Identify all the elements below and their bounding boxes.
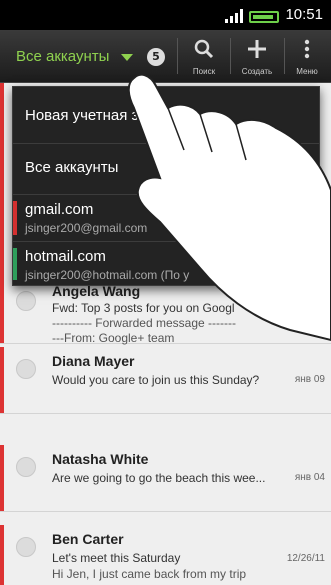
sender-name: Ben Carter	[52, 531, 124, 547]
search-button[interactable]: Поиск	[181, 36, 227, 78]
menu-button[interactable]: Меню	[286, 36, 328, 78]
select-checkbox[interactable]	[16, 537, 36, 557]
select-checkbox[interactable]	[16, 457, 36, 477]
mail-date: янв 04	[294, 472, 325, 483]
divider	[284, 38, 285, 74]
mail-preview: ---From: Google+ team	[52, 331, 175, 345]
menu-icon	[304, 39, 310, 59]
signal-icon	[225, 9, 243, 23]
mail-preview: ---------- Forwarded message -------	[52, 316, 236, 330]
account-color-indicator	[13, 201, 17, 235]
mail-subject: Fwd: Top 3 posts for you on Googl	[52, 301, 235, 315]
account-selector[interactable]: Все аккаунты	[16, 48, 109, 65]
account-item-gmail[interactable]: gmail.com jsinger200@gmail.com	[13, 195, 319, 242]
new-account-label: Новая учетная запись	[25, 107, 179, 124]
mail-date: 12/26/11	[286, 553, 325, 564]
menu-label: Меню	[296, 67, 318, 76]
unread-indicator	[0, 83, 4, 343]
divider	[177, 38, 178, 74]
search-label: Поиск	[192, 67, 216, 76]
divider	[230, 38, 231, 74]
mail-preview: Hi Jen, I just came back from my trip	[52, 567, 247, 581]
account-name: gmail.com	[25, 201, 94, 218]
status-bar: 10:51	[0, 0, 331, 30]
dropdown-arrow-icon[interactable]	[121, 54, 133, 61]
list-item[interactable]: Natasha White Are we going to go the bea…	[0, 445, 331, 512]
search-icon	[194, 39, 214, 59]
account-dropdown: Новая учетная запись Все аккаунты gmail.…	[12, 86, 320, 286]
mail-content: Angela Wang Fwd: Top 3 posts for you on …	[52, 283, 322, 345]
action-bar: Все аккаунты 5 Поиск Создать Меню	[0, 30, 331, 83]
sender-name: Diana Mayer	[52, 353, 135, 369]
status-time: 10:51	[285, 6, 323, 23]
new-account-item[interactable]: Новая учетная запись	[13, 87, 319, 144]
account-color-indicator	[13, 248, 17, 280]
account-name: hotmail.com	[25, 248, 106, 265]
sender-name: Natasha White	[52, 451, 149, 467]
select-checkbox[interactable]	[16, 359, 36, 379]
battery-icon	[249, 11, 279, 23]
compose-label: Создать	[241, 67, 273, 76]
unread-indicator	[0, 525, 4, 585]
all-accounts-label: Все аккаунты	[25, 159, 119, 176]
account-email: jsinger200@hotmail.com (По у	[25, 268, 190, 282]
all-accounts-item[interactable]: Все аккаунты	[13, 144, 319, 195]
mail-date: янв 09	[294, 374, 325, 385]
unread-count-badge: 5	[147, 48, 165, 66]
plus-icon	[248, 40, 266, 58]
account-email: jsinger200@gmail.com	[25, 221, 148, 235]
mail-subject: Are we going to go the beach this wee...	[52, 471, 266, 485]
account-item-hotmail[interactable]: hotmail.com jsinger200@hotmail.com (По у	[13, 242, 319, 286]
unread-indicator	[0, 347, 4, 413]
list-item[interactable]: Diana Mayer Would you care to join us th…	[0, 347, 331, 414]
mail-subject: Would you care to join us this Sunday?	[52, 373, 260, 387]
compose-button[interactable]: Создать	[232, 36, 282, 78]
mail-subject: Let's meet this Saturday	[52, 551, 181, 565]
select-checkbox[interactable]	[16, 291, 36, 311]
unread-indicator	[0, 445, 4, 511]
list-item[interactable]: Ben Carter Let's meet this Saturday Hi J…	[0, 525, 331, 585]
